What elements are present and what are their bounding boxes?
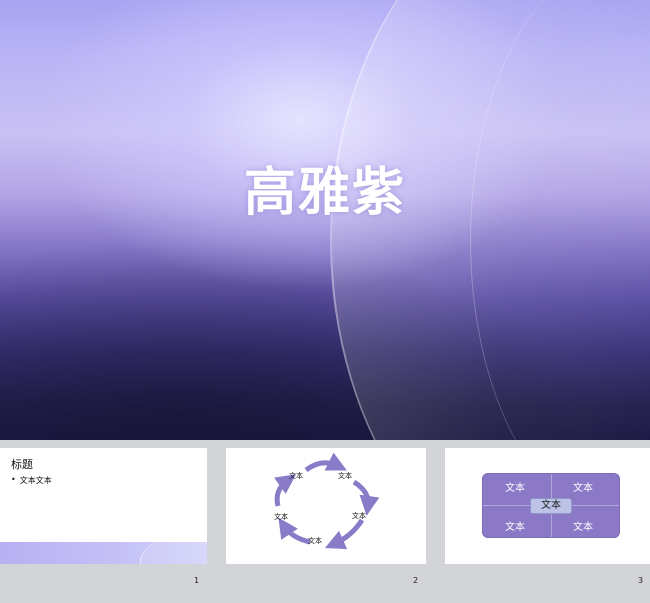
cycle-label-3: 文本 — [352, 511, 366, 520]
matrix-cell-bottom-left: 文本 — [505, 522, 525, 533]
slide-thumbnail-3[interactable]: 文本 文本 文本 文本 文本 — [445, 448, 650, 564]
cycle-arrow-5 — [274, 474, 297, 507]
slide-number-1: 1 — [194, 576, 200, 585]
cycle-arrow-1 — [304, 452, 347, 473]
slide-title[interactable]: 高雅紫 — [0, 150, 650, 225]
thumbnail-bullet: • 文本文本 — [11, 475, 52, 486]
main-slide-preview[interactable]: 高雅紫 — [0, 0, 650, 440]
slide-number-3: 3 — [638, 576, 644, 585]
slide-thumbnail-1[interactable]: 标题 • 文本文本 — [0, 448, 207, 564]
matrix-center-label: 文本 — [530, 498, 572, 514]
cycle-label-1: 文本 — [289, 471, 303, 480]
cycle-arrow-3 — [324, 518, 365, 550]
matrix-cell-top-left: 文本 — [505, 483, 525, 494]
bullet-text: 文本文本 — [19, 476, 52, 485]
bullet-marker: • — [11, 475, 16, 484]
thumbnail-footer-band — [0, 542, 207, 564]
matrix-cell-top-right: 文本 — [573, 483, 593, 494]
cycle-arrow-2 — [352, 479, 380, 516]
slide-number-2: 2 — [413, 576, 419, 585]
cycle-label-2: 文本 — [338, 471, 352, 480]
matrix-diagram: 文本 文本 文本 文本 文本 — [482, 473, 620, 538]
cycle-arrow-4 — [278, 517, 311, 545]
thumbnail-title: 标题 — [11, 458, 33, 471]
matrix-cell-bottom-right: 文本 — [573, 522, 593, 533]
cycle-label-5: 文本 — [274, 512, 288, 521]
cycle-diagram: 文本 文本 文本 文本 文本 — [274, 452, 380, 550]
slide-thumbnail-2[interactable]: 文本 文本 文本 文本 文本 — [226, 448, 426, 564]
cycle-label-4: 文本 — [308, 536, 322, 545]
